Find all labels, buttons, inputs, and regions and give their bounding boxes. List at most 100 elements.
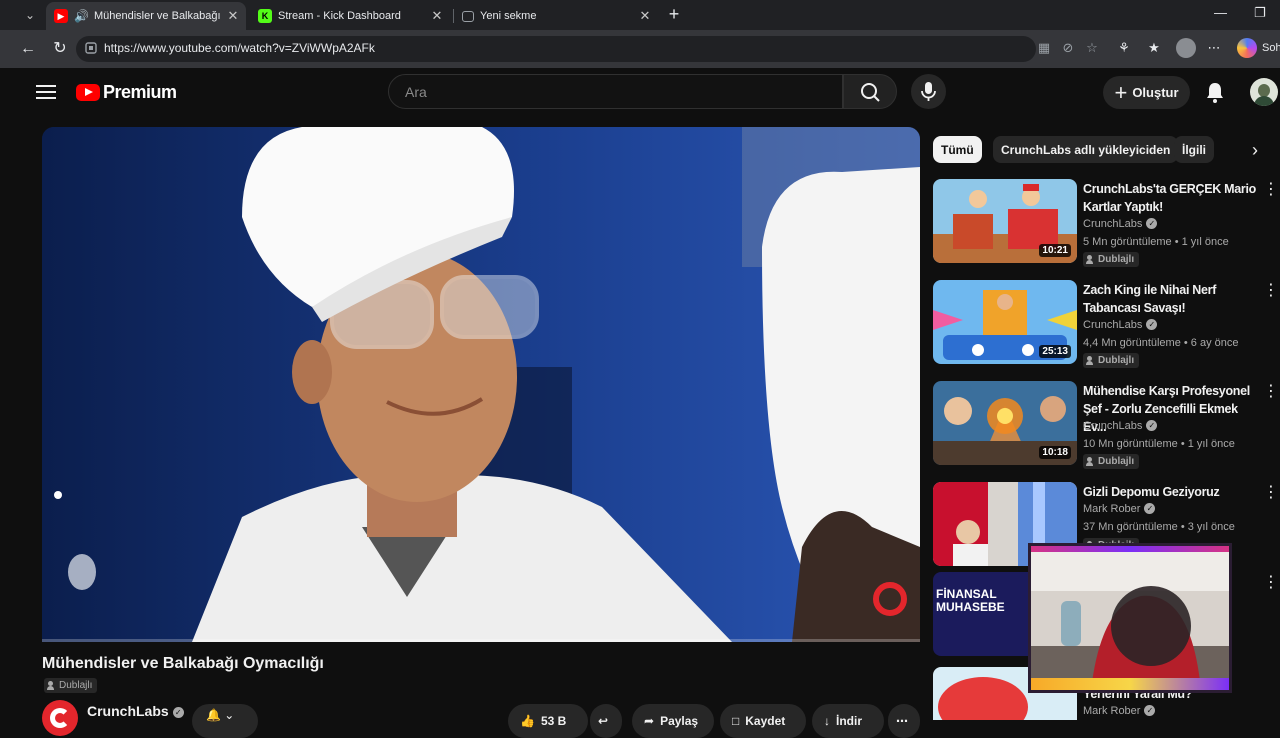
favorite-star-icon[interactable]: ☆: [1084, 40, 1100, 56]
recommendation-thumbnail[interactable]: 10:21: [933, 179, 1077, 263]
video-progress-bar[interactable]: [42, 639, 920, 642]
tab-kick-dashboard[interactable]: K Stream - Kick Dashboard ✕: [250, 2, 450, 30]
browser-toolbar: ← ↻ https://www.youtube.com/watch?v=ZViW…: [0, 30, 1280, 68]
copilot-label[interactable]: Soh: [1262, 42, 1280, 54]
chip-related[interactable]: İlgili: [1174, 136, 1214, 163]
favorites-icon[interactable]: ★: [1146, 40, 1162, 56]
recommendation-channel[interactable]: CrunchLabs ✓: [1083, 319, 1158, 331]
apps-grid-icon[interactable]: ▦: [1036, 40, 1052, 56]
download-icon: ↓: [824, 714, 830, 728]
search-button[interactable]: [843, 74, 897, 109]
tracking-prevention-icon[interactable]: ⊘: [1060, 40, 1076, 56]
recommendation-meta: 10 Mn görüntüleme • 1 yıl önce: [1083, 438, 1235, 450]
recommendation-meta: 5 Mn görüntüleme • 1 yıl önce: [1083, 236, 1229, 248]
tab-title: Mühendisler ve Balkabağı Oyma: [93, 10, 224, 22]
subscribed-bell-button[interactable]: 🔔 ⌄: [192, 704, 258, 738]
verified-check-icon: ✓: [1144, 705, 1156, 716]
recommendation-channel-name[interactable]: CrunchLabs: [1083, 218, 1142, 230]
create-button[interactable]: + Oluştur: [1103, 76, 1190, 109]
recommendation-channel-name[interactable]: Mark Rober: [1083, 503, 1140, 515]
back-arrow-icon[interactable]: ←: [18, 39, 38, 59]
site-info-icon[interactable]: [84, 41, 98, 55]
dubbed-person-icon: [47, 681, 56, 690]
recommendation-channel-name[interactable]: Mark Rober: [1083, 705, 1140, 717]
url-text[interactable]: https://www.youtube.com/watch?v=ZViWWpA2…: [104, 41, 375, 55]
recommendation-title[interactable]: Zach King ile Nihai Nerf Tabancası Savaş…: [1083, 281, 1261, 317]
more-options-icon[interactable]: ⋯: [1206, 40, 1222, 56]
voice-search-button[interactable]: [911, 74, 946, 109]
recommendation-channel[interactable]: CrunchLabs ✓: [1083, 218, 1158, 230]
recommendation-thumbnail[interactable]: 25:13: [933, 280, 1077, 364]
download-label: İndir: [836, 714, 862, 728]
chips-next-chevron-icon[interactable]: ›: [1243, 138, 1267, 162]
dubbed-label: Dublajlı: [1098, 254, 1135, 265]
verified-check-icon: ✓: [1146, 319, 1158, 330]
recommendation-channel-name[interactable]: CrunchLabs: [1083, 319, 1142, 331]
plus-icon: +: [1114, 79, 1128, 105]
verified-check-icon: ✓: [1146, 420, 1158, 431]
minimize-icon[interactable]: —: [1214, 5, 1227, 20]
dislike-button[interactable]: ↩: [590, 704, 622, 738]
thumbs-down-icon: ↩: [598, 714, 609, 728]
recommendation-item[interactable]: 10:21 CrunchLabs'ta GERÇEK Mario Kartlar…: [933, 179, 1279, 271]
new-tab-plus-icon[interactable]: +: [664, 4, 684, 24]
recommendation-channel-name[interactable]: CrunchLabs: [1083, 420, 1142, 432]
reload-icon[interactable]: ↻: [50, 39, 70, 59]
video-player[interactable]: [42, 127, 920, 642]
recommendation-title[interactable]: CrunchLabs'ta GERÇEK Mario Kartlar Yaptı…: [1083, 180, 1261, 216]
address-bar[interactable]: https://www.youtube.com/watch?v=ZViWWpA2…: [76, 36, 1036, 62]
tab-new-tab[interactable]: Yeni sekme ✕: [454, 2, 658, 30]
tab-youtube[interactable]: ▶ 🔊 Mühendisler ve Balkabağı Oyma ✕: [46, 2, 246, 30]
like-button[interactable]: 👍 53 B: [508, 704, 588, 738]
share-button[interactable]: ➦ Paylaş: [632, 704, 714, 738]
more-vertical-icon[interactable]: ⋮: [1263, 282, 1279, 300]
video-duration: 10:21: [1039, 244, 1071, 257]
more-vertical-icon[interactable]: ⋮: [1263, 181, 1279, 199]
recommendation-thumbnail[interactable]: 10:18: [933, 381, 1077, 465]
more-vertical-icon[interactable]: ⋮: [1263, 383, 1279, 401]
tab-title: Stream - Kick Dashboard: [278, 10, 401, 22]
recommendation-item[interactable]: 10:18 Mühendise Karşı Profesyonel Şef - …: [933, 381, 1279, 473]
dubbed-label: Dublajlı: [1098, 355, 1135, 366]
chip-from-crunchlabs[interactable]: CrunchLabs adlı yükleyiciden: [993, 136, 1179, 163]
more-vertical-icon[interactable]: ⋮: [1263, 574, 1279, 592]
dubbed-person-icon: [1086, 255, 1095, 264]
youtube-logo-icon[interactable]: [76, 84, 100, 101]
download-button[interactable]: ↓ İndir: [812, 704, 884, 738]
save-button[interactable]: □ Kaydet: [720, 704, 806, 738]
recommendation-channel[interactable]: Mark Rober ✓: [1083, 503, 1156, 515]
recommendation-meta: 4,4 Mn görüntüleme • 6 ay önce: [1083, 337, 1239, 349]
more-actions-button[interactable]: ⋯: [888, 704, 920, 738]
user-avatar[interactable]: [1250, 78, 1278, 106]
tab-close-icon[interactable]: ✕: [428, 8, 446, 24]
recommendation-title[interactable]: Gizli Depomu Geziyoruz: [1083, 483, 1261, 501]
channel-name[interactable]: CrunchLabs ✓: [87, 703, 184, 719]
tab-close-icon[interactable]: ✕: [224, 8, 242, 24]
channel-avatar[interactable]: [42, 700, 78, 736]
hamburger-menu-icon[interactable]: [36, 82, 56, 102]
search-input[interactable]: [403, 82, 823, 102]
video-duration: 10:18: [1039, 446, 1071, 459]
verified-check-icon: ✓: [172, 707, 184, 718]
maximize-icon[interactable]: ❐: [1254, 5, 1266, 21]
youtube-premium-logo-text[interactable]: Premium: [103, 82, 177, 103]
extensions-icon[interactable]: ⚘: [1116, 40, 1132, 56]
verified-check-icon: ✓: [1146, 218, 1158, 229]
more-vertical-icon[interactable]: ⋮: [1263, 484, 1279, 502]
like-count: 53 B: [540, 714, 567, 728]
tab-close-icon[interactable]: ✕: [636, 8, 654, 24]
dubbed-person-icon: [1086, 457, 1095, 466]
tab-list-chevron-icon[interactable]: ⌄: [20, 6, 40, 24]
chip-all[interactable]: Tümü: [933, 136, 982, 163]
recommendation-channel[interactable]: Mark Rober ✓: [1083, 705, 1156, 717]
notifications-bell-icon[interactable]: [1204, 80, 1226, 104]
channel-name-text[interactable]: CrunchLabs: [87, 703, 169, 719]
audio-playing-icon[interactable]: 🔊: [74, 9, 89, 23]
copilot-icon[interactable]: [1237, 38, 1257, 58]
recommendation-item[interactable]: 25:13 Zach King ile Nihai Nerf Tabancası…: [933, 280, 1279, 372]
browser-profile-avatar[interactable]: [1176, 38, 1196, 58]
microphone-icon: [921, 82, 936, 101]
recommendation-channel[interactable]: CrunchLabs ✓: [1083, 420, 1158, 432]
save-playlist-icon: □: [732, 714, 740, 728]
more-horizontal-icon: ⋯: [896, 714, 908, 728]
